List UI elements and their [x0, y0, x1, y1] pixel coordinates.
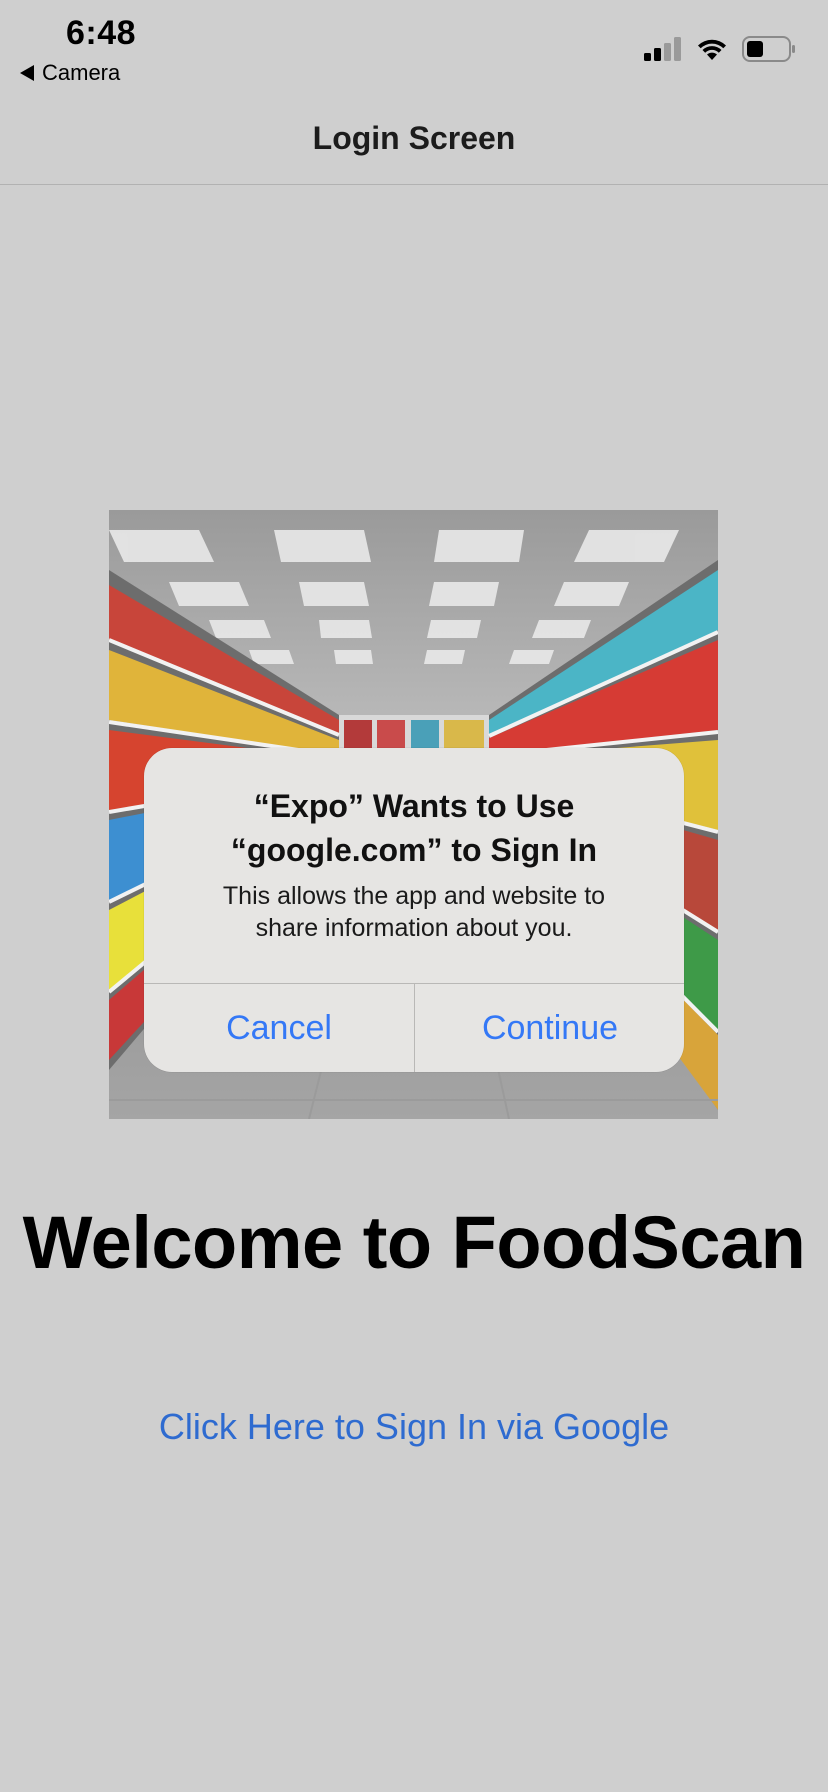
back-caret-icon [20, 65, 34, 81]
alert-message-line-1: This allows the app and website to [222, 882, 606, 910]
status-time: 6:48 [66, 14, 137, 52]
alert-title-line-1: “Expo” Wants to Use [253, 788, 575, 824]
battery-icon [742, 36, 795, 62]
status-bar: 6:48 Camera [0, 0, 828, 90]
google-signin-link[interactable]: Click Here to Sign In via Google [0, 1406, 828, 1448]
status-icons [644, 36, 796, 62]
alert-message-line-2: share information about you. [255, 914, 573, 942]
page-title: Login Screen [312, 119, 516, 156]
back-to-camera-button[interactable]: Camera [20, 60, 120, 86]
alert-title: “Expo” Wants to Use “google.com” to Sign… [164, 784, 664, 872]
back-app-label: Camera [42, 60, 121, 85]
nav-header: Login Screen [0, 90, 828, 185]
wifi-icon [698, 39, 726, 60]
welcome-title: Welcome to FoodScan [22, 1201, 806, 1284]
signin-permission-alert: “Expo” Wants to Use “google.com” to Sign… [144, 748, 684, 1072]
continue-button[interactable]: Continue [415, 984, 684, 1072]
cancel-button[interactable]: Cancel [144, 984, 414, 1072]
alert-title-line-2: “google.com” to Sign In [230, 832, 598, 868]
cellular-signal-icon [644, 37, 681, 61]
alert-message: This allows the app and website to share… [174, 880, 654, 944]
